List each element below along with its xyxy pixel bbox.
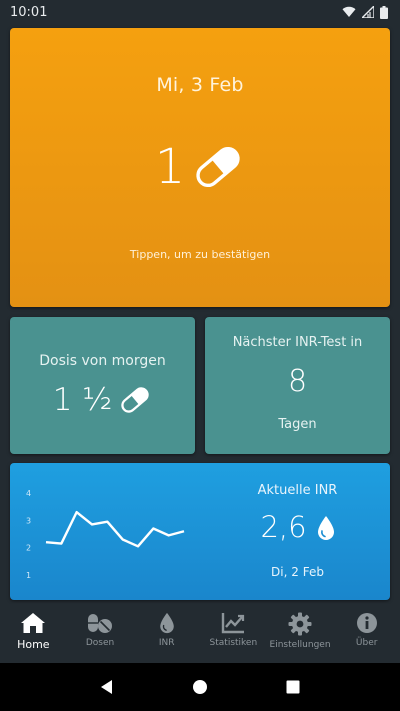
tomorrow-dose-value: 1 ½ [52, 381, 113, 418]
gear-icon [288, 612, 312, 636]
status-icons [342, 5, 388, 19]
nav-item-einstellungen[interactable]: Einstellungen [267, 604, 334, 662]
status-time: 10:01 [10, 4, 48, 20]
current-inr-card[interactable]: 4 3 2 1 Aktuelle INR 2,6 Di, 2 Feb [10, 463, 390, 600]
tomorrow-dose-label: Dosis von morgen [39, 353, 166, 369]
next-inr-test-days: 8 [287, 364, 308, 399]
chart-icon [222, 613, 245, 634]
next-inr-test-card[interactable]: Nächster INR-Test in 8 Tagen [205, 317, 390, 454]
current-inr-date: Di, 2 Feb [271, 565, 324, 579]
nav-item-dosen[interactable]: Dosen [67, 604, 134, 662]
nav-item-home[interactable]: Home [0, 604, 67, 662]
recents-icon[interactable] [285, 679, 301, 695]
today-confirm-hint: Tippen, um zu bestätigen [129, 248, 271, 261]
nav-label-statistiken: Statistiken [209, 638, 258, 648]
y-tick-label: 2 [26, 544, 31, 553]
pill-icon [196, 146, 240, 188]
y-tick-label: 4 [26, 489, 31, 498]
drop-icon [159, 612, 174, 634]
y-tick-label: 1 [26, 571, 31, 580]
current-inr-value: 2,6 [260, 510, 307, 544]
battery-icon [380, 5, 388, 19]
today-date: Mi, 3 Feb [156, 74, 244, 96]
y-tick-label: 3 [26, 516, 31, 525]
current-inr: 2,6 [230, 513, 365, 542]
inr-history-chart: 4 3 2 1 [26, 489, 185, 580]
home-icon [21, 613, 46, 633]
signal-icon [362, 6, 374, 18]
nav-item-statistiken[interactable]: Statistiken [200, 604, 267, 662]
back-icon[interactable] [99, 679, 115, 695]
nav-label-inr: INR [158, 638, 175, 648]
wifi-icon [342, 6, 356, 18]
nav-label-home: Home [17, 638, 50, 651]
nav-label-dosen: Dosen [85, 638, 115, 648]
today-dose-value: 1 [154, 139, 186, 195]
drop-icon [317, 515, 334, 540]
status-bar: 10:01 [0, 0, 400, 24]
tomorrow-dose-card[interactable]: Dosis von morgen 1 ½ [10, 317, 195, 454]
pills-icon [88, 614, 112, 633]
next-inr-test-label: Nächster INR-Test in [232, 335, 363, 350]
info-icon [356, 613, 377, 633]
bottom-navigation: Home Dosen INR Statistiken Einstellungen… [0, 604, 400, 662]
nav-item-inr[interactable]: INR [133, 604, 200, 662]
nav-item-ueber[interactable]: Über [333, 604, 400, 662]
today-dose: 1 [10, 140, 390, 194]
next-inr-test-unit: Tagen [278, 417, 317, 432]
current-inr-label: Aktuelle INR [257, 483, 338, 498]
inr-series-line [45, 510, 185, 548]
system-navigation-bar [0, 663, 400, 711]
nav-label-einstellungen: Einstellungen [269, 640, 331, 650]
pill-icon [121, 387, 150, 413]
home-circle-icon[interactable] [192, 679, 208, 695]
tomorrow-dose: 1 ½ [10, 383, 195, 417]
nav-label-ueber: Über [355, 638, 378, 648]
today-dose-card[interactable]: Mi, 3 Feb 1 Tippen, um zu bestätigen [10, 28, 390, 307]
